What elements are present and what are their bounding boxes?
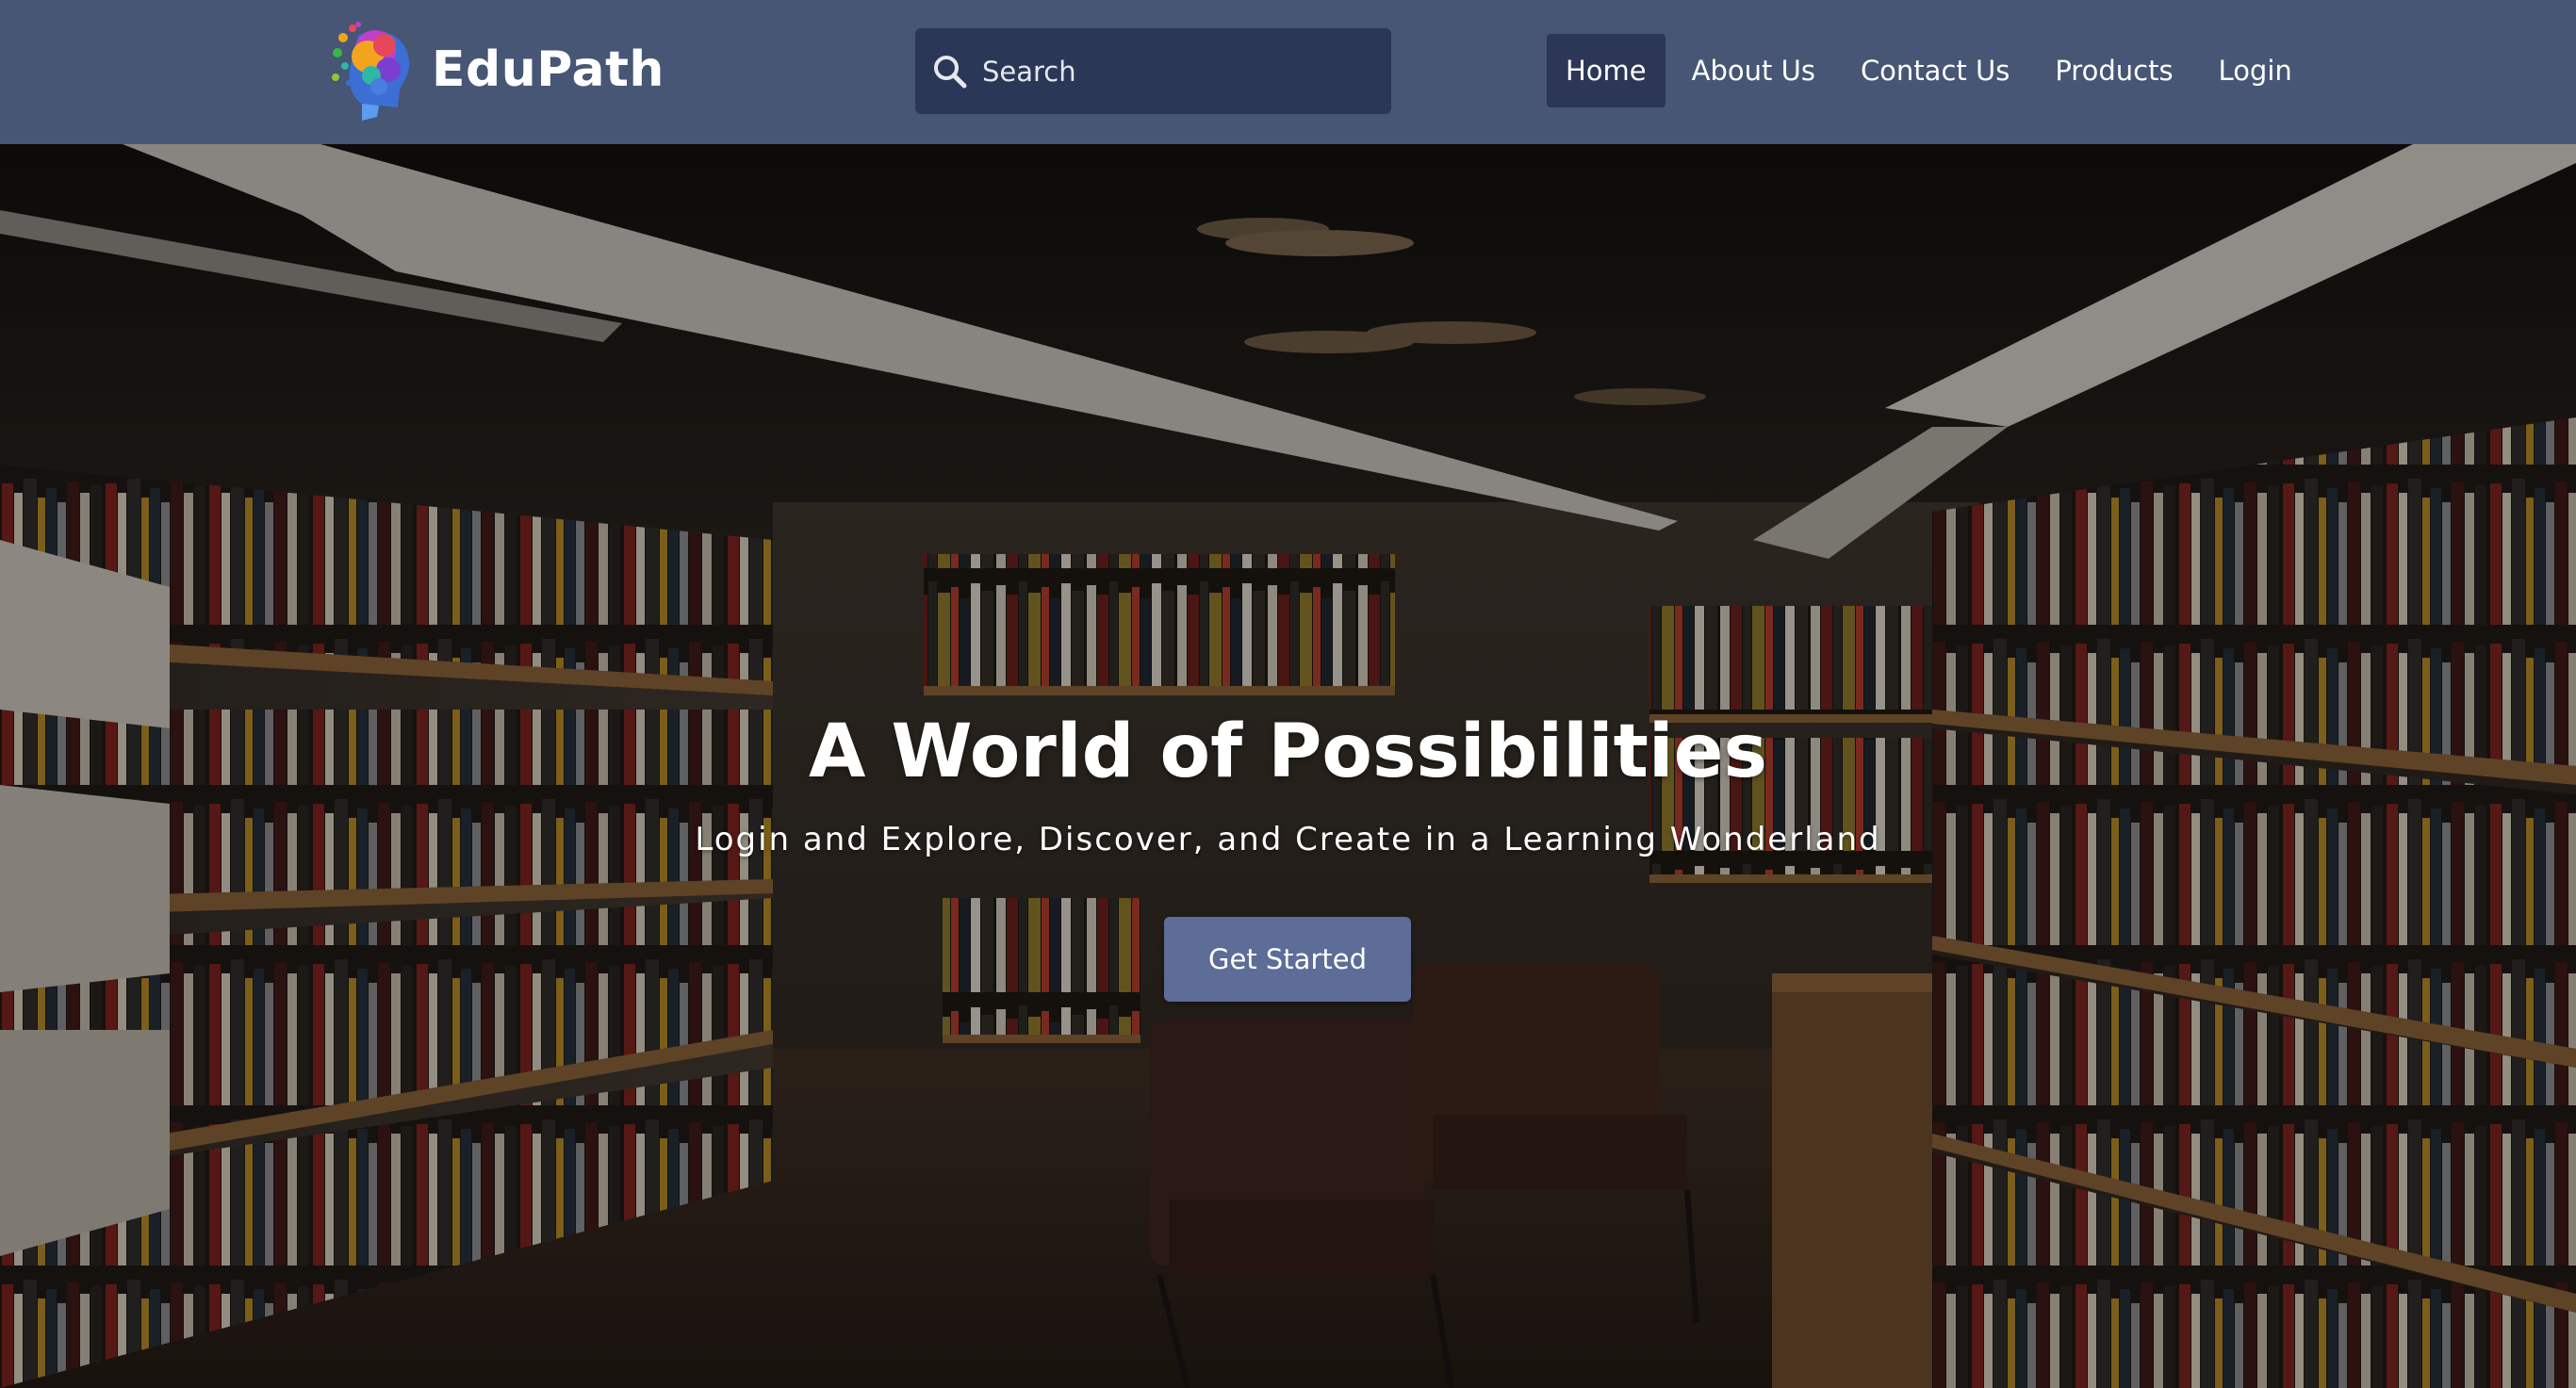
navbar: EduPath Home About Us Contact Us Product…	[0, 0, 2576, 144]
hero-subtitle: Login and Explore, Discover, and Create …	[695, 821, 1881, 858]
brand[interactable]: EduPath	[330, 17, 665, 122]
colorful-head-icon	[332, 22, 410, 121]
get-started-button[interactable]: Get Started	[1164, 917, 1411, 1002]
search-input[interactable]	[980, 42, 1367, 100]
search-box	[915, 28, 1391, 114]
nav-item-products[interactable]: Products	[2036, 34, 2191, 107]
nav-links: Home About Us Contact Us Products Login	[1547, 33, 2319, 108]
nav-item-home[interactable]: Home	[1547, 34, 1665, 107]
brand-name: EduPath	[432, 41, 665, 98]
nav-item-contact-us[interactable]: Contact Us	[1842, 34, 2028, 107]
nav-item-login[interactable]: Login	[2200, 34, 2311, 107]
hero-title: A World of Possibilities	[809, 710, 1767, 794]
hero-section: A World of Possibilities Login and Explo…	[0, 144, 2576, 1388]
search-icon	[934, 55, 967, 88]
nav-item-about-us[interactable]: About Us	[1673, 34, 1834, 107]
